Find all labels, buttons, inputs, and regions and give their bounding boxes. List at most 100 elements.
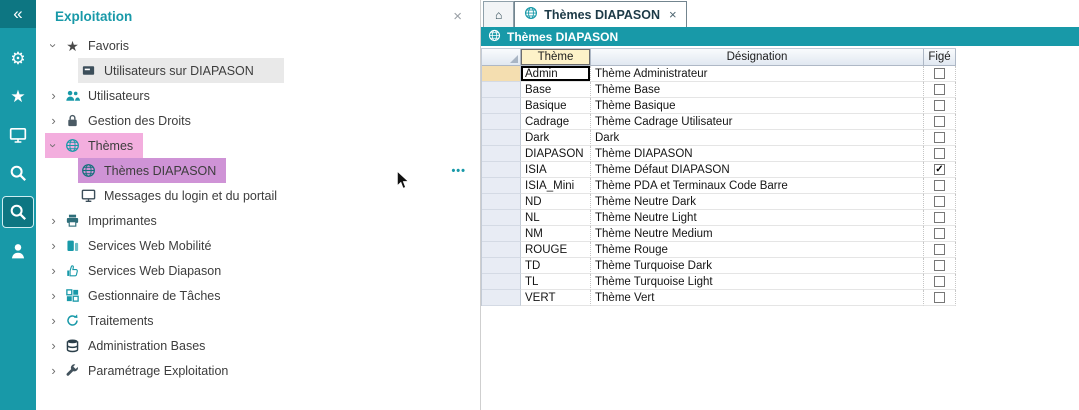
fige-cell[interactable] <box>924 66 956 82</box>
table-row[interactable]: ROUGEThème Rouge <box>482 242 956 258</box>
table-row[interactable]: BaseThème Base <box>482 82 956 98</box>
rail-item-collapse-panel[interactable]: « <box>0 0 36 28</box>
fige-checkbox[interactable] <box>934 100 945 111</box>
fige-cell[interactable] <box>924 290 956 306</box>
fige-checkbox[interactable] <box>934 244 945 255</box>
designation-cell[interactable]: Thème Neutre Dark <box>591 194 924 210</box>
table-row[interactable]: NDThème Neutre Dark <box>482 194 956 210</box>
row-selector[interactable] <box>482 194 521 210</box>
sidebar-item-th-mes[interactable]: ›Thèmes <box>36 133 480 158</box>
sidebar-item-gestionnaire-de-t-ches[interactable]: ›Gestionnaire de Tâches <box>36 283 480 308</box>
row-selector[interactable] <box>482 146 521 162</box>
designation-cell[interactable]: Thème Administrateur <box>591 66 924 82</box>
chevron-right-icon[interactable]: › <box>45 314 62 327</box>
row-selector[interactable] <box>482 258 521 274</box>
chevron-right-icon[interactable]: › <box>45 89 62 102</box>
designation-cell[interactable]: Thème Cadrage Utilisateur <box>591 114 924 130</box>
fige-cell[interactable] <box>924 226 956 242</box>
column-header-designation[interactable]: Désignation <box>591 49 924 66</box>
row-selector[interactable] <box>482 98 521 114</box>
designation-cell[interactable]: Thème DIAPASON <box>591 146 924 162</box>
designation-cell[interactable]: Thème PDA et Terminaux Code Barre <box>591 178 924 194</box>
sidebar-item-messages-du-login-et-du-portail[interactable]: Messages du login et du portail <box>36 183 480 208</box>
fige-cell[interactable] <box>924 98 956 114</box>
row-selector[interactable] <box>482 66 521 82</box>
row-selector[interactable] <box>482 114 521 130</box>
theme-cell[interactable]: NL <box>521 210 591 226</box>
chevron-down-icon[interactable]: › <box>47 137 60 154</box>
row-selector[interactable] <box>482 178 521 194</box>
table-row[interactable]: ISIAThème Défaut DIAPASON✓ <box>482 162 956 178</box>
select-all-header[interactable] <box>482 49 521 66</box>
table-row[interactable]: CadrageThème Cadrage Utilisateur <box>482 114 956 130</box>
fige-checkbox[interactable] <box>934 68 945 79</box>
table-row[interactable]: VERTThème Vert <box>482 290 956 306</box>
designation-cell[interactable]: Thème Turquoise Dark <box>591 258 924 274</box>
table-row[interactable]: BasiqueThème Basique <box>482 98 956 114</box>
row-selector[interactable] <box>482 82 521 98</box>
chevron-down-icon[interactable]: › <box>47 37 60 54</box>
designation-cell[interactable]: Thème Neutre Light <box>591 210 924 226</box>
row-selector[interactable] <box>482 210 521 226</box>
sidebar-item-administration-bases[interactable]: ›Administration Bases <box>36 333 480 358</box>
chevron-right-icon[interactable]: › <box>45 264 62 277</box>
fige-checkbox[interactable] <box>934 276 945 287</box>
sidebar-item-services-web-diapason[interactable]: ›Services Web Diapason <box>36 258 480 283</box>
row-selector[interactable] <box>482 130 521 146</box>
fige-checkbox[interactable] <box>934 180 945 191</box>
theme-cell[interactable]: Base <box>521 82 591 98</box>
rail-item-favorites[interactable]: ★ <box>0 78 36 116</box>
fige-cell[interactable] <box>924 178 956 194</box>
table-row[interactable]: TDThème Turquoise Dark <box>482 258 956 274</box>
row-selector[interactable] <box>482 226 521 242</box>
fige-checkbox[interactable] <box>934 260 945 271</box>
rail-item-search[interactable] <box>0 154 36 192</box>
fige-checkbox[interactable] <box>934 84 945 95</box>
column-header-fige[interactable]: Figé <box>924 49 956 66</box>
theme-cell[interactable]: TL <box>521 274 591 290</box>
fige-checkbox[interactable] <box>934 116 945 127</box>
chevron-right-icon[interactable]: › <box>45 114 62 127</box>
table-row[interactable]: AdminThème Administrateur <box>482 66 956 82</box>
row-selector[interactable] <box>482 274 521 290</box>
theme-cell[interactable]: Admin <box>521 66 591 82</box>
theme-cell[interactable]: Dark <box>521 130 591 146</box>
theme-cell[interactable]: Basique <box>521 98 591 114</box>
row-selector[interactable] <box>482 290 521 306</box>
fige-checkbox[interactable] <box>934 292 945 303</box>
fige-cell[interactable]: ✓ <box>924 162 956 178</box>
fige-cell[interactable] <box>924 210 956 226</box>
sidebar-item-param-trage-exploitation[interactable]: ›Paramétrage Exploitation <box>36 358 480 383</box>
designation-cell[interactable]: Thème Défaut DIAPASON <box>591 162 924 178</box>
sidebar-item-th-mes-diapason[interactable]: Thèmes DIAPASON••• <box>36 158 480 183</box>
fige-cell[interactable] <box>924 114 956 130</box>
row-selector[interactable] <box>482 242 521 258</box>
fige-checkbox[interactable] <box>934 228 945 239</box>
chevron-right-icon[interactable]: › <box>45 364 62 377</box>
fige-cell[interactable] <box>924 130 956 146</box>
chevron-right-icon[interactable]: › <box>45 289 62 302</box>
table-row[interactable]: DarkDark <box>482 130 956 146</box>
sidebar-item-traitements[interactable]: ›Traitements <box>36 308 480 333</box>
theme-cell[interactable]: VERT <box>521 290 591 306</box>
theme-cell[interactable]: Cadrage <box>521 114 591 130</box>
theme-cell[interactable]: DIAPASON <box>521 146 591 162</box>
table-row[interactable]: TLThème Turquoise Light <box>482 274 956 290</box>
fige-checkbox[interactable] <box>934 148 945 159</box>
row-selector[interactable] <box>482 162 521 178</box>
fige-checkbox[interactable] <box>934 132 945 143</box>
chevron-right-icon[interactable]: › <box>45 339 62 352</box>
designation-cell[interactable]: Thème Vert <box>591 290 924 306</box>
tab-home[interactable]: ⌂ <box>483 1 514 27</box>
rail-item-settings[interactable]: ⚙ <box>0 40 36 78</box>
sidebar-item-utilisateurs-sur-diapason[interactable]: Utilisateurs sur DIAPASON <box>36 58 480 83</box>
chevron-right-icon[interactable]: › <box>45 239 62 252</box>
table-row[interactable]: DIAPASONThème DIAPASON <box>482 146 956 162</box>
designation-cell[interactable]: Thème Base <box>591 82 924 98</box>
rail-item-screens[interactable] <box>0 116 36 154</box>
fige-checkbox[interactable]: ✓ <box>934 164 945 175</box>
fige-cell[interactable] <box>924 82 956 98</box>
designation-cell[interactable]: Thème Turquoise Light <box>591 274 924 290</box>
sidebar-item-gestion-des-droits[interactable]: ›Gestion des Droits <box>36 108 480 133</box>
rail-item-user-security[interactable] <box>0 232 36 270</box>
